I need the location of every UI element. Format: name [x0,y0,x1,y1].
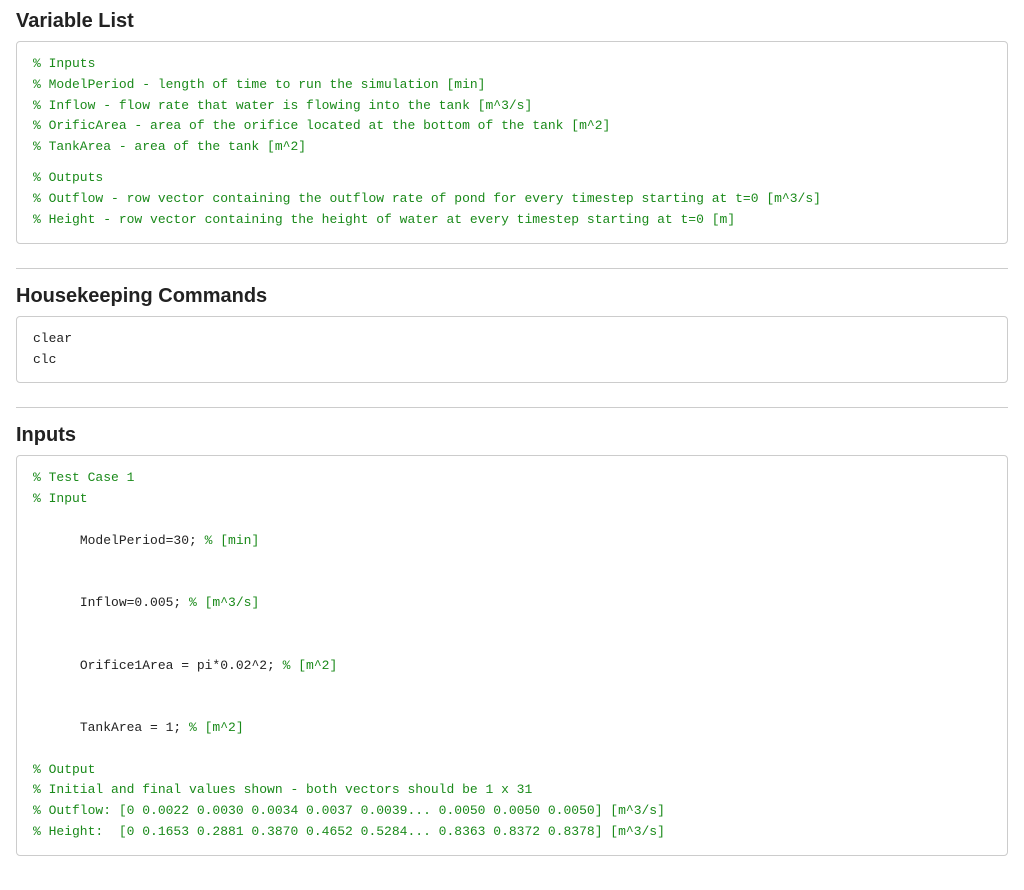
hk-line-2: clc [33,350,991,371]
divider-1 [16,268,1008,269]
in-line-3: ModelPeriod=30; % [min] [33,510,991,572]
inputs-code-box: % Test Case 1 % Input ModelPeriod=30; % … [16,455,1008,855]
in-line-8: % Initial and final values shown - both … [33,780,991,801]
housekeeping-code-box: clear clc [16,316,1008,384]
vl-line-4: % OrificArea - area of the orifice locat… [33,116,991,137]
divider-2 [16,407,1008,408]
in-line-5-code: Orifice1Area = pi*0.02^2; [80,658,283,673]
in-line-3-code: ModelPeriod=30; [80,533,205,548]
in-line-4-code: Inflow=0.005; [80,595,189,610]
variable-list-section: Variable List % Inputs % ModelPeriod - l… [16,10,1008,244]
in-line-4: Inflow=0.005; % [m^3/s] [33,572,991,634]
in-line-6-comment: % [m^2] [189,720,244,735]
in-line-4-comment: % [m^3/s] [189,595,259,610]
in-line-2: % Input [33,489,991,510]
hk-line-1: clear [33,329,991,350]
vl-line-7: % Outflow - row vector containing the ou… [33,189,991,210]
inputs-section: Inputs % Test Case 1 % Input ModelPeriod… [16,424,1008,855]
inputs-title: Inputs [16,424,1008,447]
housekeeping-section: Housekeeping Commands clear clc [16,285,1008,384]
vl-line-2: % ModelPeriod - length of time to run th… [33,75,991,96]
vl-line-3: % Inflow - flow rate that water is flowi… [33,96,991,117]
in-line-6-code: TankArea = 1; [80,720,189,735]
in-line-10: % Height: [0 0.1653 0.2881 0.3870 0.4652… [33,822,991,843]
variable-list-code-box: % Inputs % ModelPeriod - length of time … [16,41,1008,244]
in-line-1: % Test Case 1 [33,468,991,489]
in-line-9: % Outflow: [0 0.0022 0.0030 0.0034 0.003… [33,801,991,822]
vl-line-6: % Outputs [33,168,991,189]
in-line-7: % Output [33,760,991,781]
in-line-6: TankArea = 1; % [m^2] [33,697,991,759]
in-line-5: Orifice1Area = pi*0.02^2; % [m^2] [33,635,991,697]
in-line-5-comment: % [m^2] [283,658,338,673]
vl-line-1: % Inputs [33,54,991,75]
variable-list-title: Variable List [16,10,1008,33]
in-line-3-comment: % [min] [205,533,260,548]
vl-line-5: % TankArea - area of the tank [m^2] [33,137,991,158]
housekeeping-title: Housekeeping Commands [16,285,1008,308]
vl-line-8: % Height - row vector containing the hei… [33,210,991,231]
vl-blank-1 [33,158,991,168]
